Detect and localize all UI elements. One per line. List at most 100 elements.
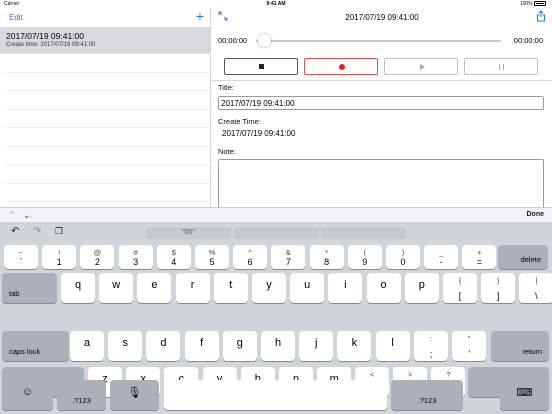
key-label: \ bbox=[535, 291, 538, 301]
key-label: .?123 bbox=[72, 396, 91, 405]
key-letter[interactable]: f bbox=[184, 331, 219, 361]
key-label: 9 bbox=[362, 257, 368, 267]
key-label: # bbox=[133, 248, 138, 257]
key-label: delete bbox=[520, 255, 541, 264]
prediction-1[interactable]: "00" bbox=[146, 227, 231, 239]
key-label: 6 bbox=[247, 257, 253, 267]
key-symbol[interactable]: }] bbox=[481, 273, 516, 303]
key-label: % bbox=[208, 248, 216, 257]
key-label: e bbox=[151, 279, 158, 291]
key-letter[interactable]: w bbox=[99, 273, 134, 303]
key-letter[interactable]: i bbox=[328, 273, 363, 303]
key-letter[interactable]: o bbox=[366, 273, 401, 303]
empty-row bbox=[6, 73, 211, 91]
numbers-key-right[interactable]: .?123 bbox=[391, 380, 463, 410]
key-letter[interactable]: t bbox=[213, 273, 248, 303]
hide-keyboard-key[interactable]: ⌨ bbox=[500, 380, 549, 410]
key-5[interactable]: % 5 bbox=[195, 245, 229, 269]
paste-icon[interactable]: ❐ bbox=[55, 226, 63, 237]
stop-button[interactable] bbox=[224, 58, 298, 75]
key-letter[interactable]: y bbox=[252, 273, 286, 303]
key-symbol[interactable]: | \ bbox=[519, 273, 552, 303]
key-letter[interactable]: p bbox=[404, 273, 439, 303]
progress-slider-thumb[interactable] bbox=[258, 34, 271, 47]
keyboard: ↶ ↷ ❐ "00" ~ `! 1 @2 #3 $4% 5 ^ 6 & 7 * 8(9) 0 _ - + = del… bbox=[0, 222, 552, 414]
key-symbol[interactable]: :; bbox=[414, 331, 448, 361]
dictation-key[interactable]: 🎙 bbox=[110, 380, 159, 410]
numbers-key-left[interactable]: .?123 bbox=[57, 380, 106, 410]
key-symbol[interactable]: {[ bbox=[443, 273, 477, 303]
note-textarea[interactable] bbox=[218, 159, 544, 207]
key-12[interactable]: + = bbox=[462, 245, 497, 269]
key-9[interactable]: (9 bbox=[347, 245, 382, 269]
key-letter[interactable]: j bbox=[299, 331, 334, 361]
undo-icon[interactable]: ↶ bbox=[11, 226, 19, 237]
key-letter[interactable]: l bbox=[375, 331, 410, 361]
key-10[interactable]: ) 0 bbox=[386, 245, 420, 269]
key-letter[interactable]: g bbox=[222, 331, 257, 361]
key-3[interactable]: #3 bbox=[118, 245, 153, 269]
empty-row bbox=[6, 184, 211, 202]
key-label: } bbox=[496, 276, 500, 285]
key-letter[interactable]: r bbox=[175, 273, 210, 303]
space-key[interactable] bbox=[164, 380, 387, 410]
key-label: 3 bbox=[133, 257, 139, 267]
previous-field-icon[interactable]: ⌃ bbox=[8, 210, 16, 221]
key-0[interactable]: ~ ` bbox=[4, 245, 38, 269]
key-4[interactable]: $4 bbox=[156, 245, 191, 269]
record-button[interactable] bbox=[304, 58, 378, 75]
delete-key[interactable]: delete bbox=[498, 245, 548, 269]
key-letter[interactable]: e bbox=[137, 273, 172, 303]
redo-icon[interactable]: ↷ bbox=[33, 226, 41, 237]
key-8[interactable]: * 8 bbox=[309, 245, 344, 269]
tab-key[interactable]: tab bbox=[2, 273, 57, 303]
prediction-2[interactable] bbox=[234, 227, 319, 239]
add-recording-button[interactable]: + bbox=[196, 9, 204, 23]
key-label: w bbox=[112, 279, 121, 291]
edit-button[interactable]: Edit bbox=[9, 13, 23, 22]
share-icon[interactable] bbox=[536, 10, 546, 22]
key-letter[interactable]: q bbox=[61, 273, 95, 303]
key-label: < bbox=[369, 370, 375, 379]
title-input[interactable] bbox=[218, 96, 544, 110]
next-field-icon[interactable]: ⌄ bbox=[23, 210, 31, 221]
list-nav-bar: Edit + bbox=[0, 8, 211, 26]
key-1[interactable]: ! 1 bbox=[42, 245, 77, 269]
key-label: l bbox=[391, 337, 394, 349]
divider bbox=[212, 80, 552, 81]
key-label: a bbox=[83, 337, 91, 349]
empty-row bbox=[6, 110, 211, 128]
key-11[interactable]: _ - bbox=[424, 245, 459, 269]
key-label: k bbox=[351, 337, 358, 349]
caps-lock-key[interactable]: caps lock bbox=[2, 331, 69, 361]
key-letter[interactable]: s bbox=[108, 331, 143, 361]
key-6[interactable]: ^ 6 bbox=[233, 245, 268, 269]
key-letter[interactable]: d bbox=[146, 331, 181, 361]
pause-button[interactable] bbox=[464, 58, 538, 75]
key-7[interactable]: & 7 bbox=[271, 245, 306, 269]
key-symbol[interactable]: " ' bbox=[452, 331, 487, 361]
key-letter[interactable]: h bbox=[261, 331, 295, 361]
key-label: h bbox=[274, 337, 282, 349]
key-letter[interactable]: k bbox=[337, 331, 372, 361]
key-label: : bbox=[429, 334, 433, 343]
key-label: _ bbox=[439, 248, 444, 257]
emoji-key[interactable]: ☺ bbox=[2, 380, 53, 410]
key-letter[interactable]: u bbox=[290, 273, 325, 303]
create-time-label: Create Time: bbox=[218, 117, 261, 126]
list-item[interactable]: 2017/07/19 09:41:00 Create time: 2017/07… bbox=[0, 27, 211, 54]
total-time: 00:00:00 bbox=[513, 36, 543, 45]
key-2[interactable]: @2 bbox=[80, 245, 115, 269]
key-label: caps lock bbox=[9, 347, 41, 356]
return-key[interactable]: return bbox=[491, 331, 549, 361]
prediction-3[interactable] bbox=[321, 227, 406, 239]
done-button[interactable]: Done bbox=[527, 211, 545, 218]
progress-slider[interactable] bbox=[256, 40, 501, 42]
create-time-value: 2017/07/19 09:41:00 bbox=[222, 129, 296, 138]
key-label: t bbox=[229, 279, 233, 291]
key-label: " bbox=[467, 334, 471, 343]
key-label: j bbox=[314, 337, 318, 349]
key-letter[interactable]: a bbox=[70, 331, 104, 361]
recordings-list: 2017/07/19 09:41:00 Create time: 2017/07… bbox=[0, 27, 211, 202]
play-button[interactable] bbox=[384, 58, 458, 75]
